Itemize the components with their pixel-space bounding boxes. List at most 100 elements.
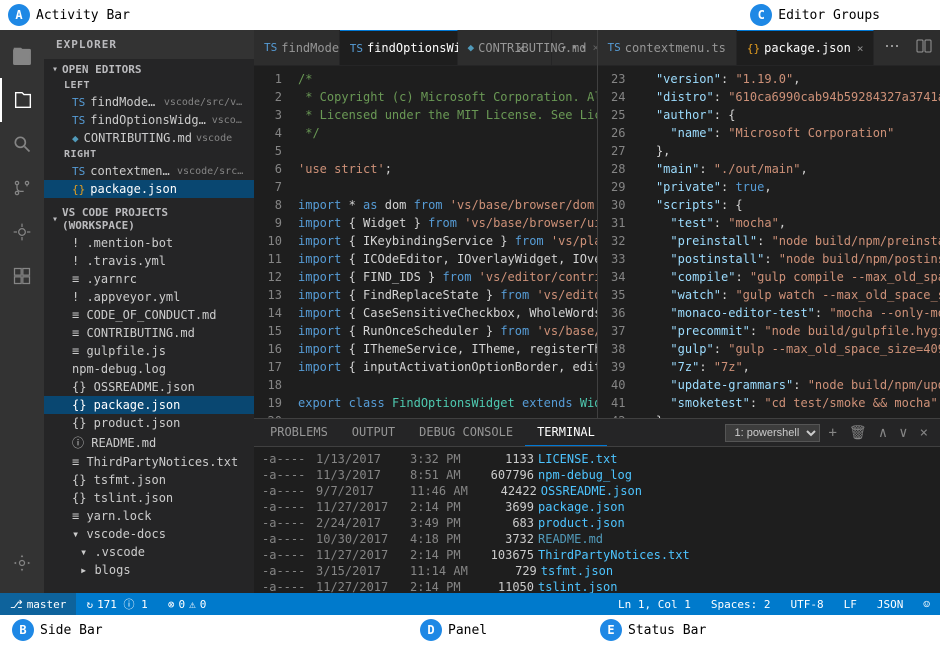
sidebar-content[interactable]: ▾ OPEN EDITORS LEFT TS findModel.ts vsco… <box>44 59 254 593</box>
activity-icon-scm[interactable] <box>0 166 44 210</box>
tab-findoptionswidget[interactable]: TS findOptionsWidget.ts × <box>340 30 458 65</box>
terminal-row: -a---- 9/7/2017 11:46 AM 42422 OSSREADME… <box>262 483 932 499</box>
editor-groups-label: Editor Groups <box>778 8 880 23</box>
folder-vscode[interactable]: ▾ .vscode <box>44 543 254 561</box>
file-thirdparty[interactable]: ≡ ThirdPartyNotices.txt <box>44 453 254 471</box>
file-npm-debug[interactable]: npm-debug.log <box>44 360 254 378</box>
terminal-row: -a---- 10/30/2017 4:18 PM 3732 README.md <box>262 531 932 547</box>
panel-tab-problems[interactable]: PROBLEMS <box>258 419 340 446</box>
open-editor-findoptionswidget[interactable]: TS findOptionsWidget.ts vsco... <box>44 111 254 129</box>
status-position[interactable]: Ln 1, Col 1 <box>608 598 701 611</box>
maximize-panel-icon[interactable]: ∧ <box>875 423 891 443</box>
panel-tab-debug[interactable]: DEBUG CONSOLE <box>407 419 525 446</box>
ts-icon: TS <box>608 41 621 54</box>
ts-icon: TS <box>72 165 85 178</box>
tab-contextmenu[interactable]: TS contextmenu.ts <box>598 30 737 65</box>
line-ending-text: LF <box>844 598 857 611</box>
panel-label: Panel <box>448 623 487 638</box>
file-tslint[interactable]: {} tslint.json <box>44 489 254 507</box>
file-contributing[interactable]: ≡ CONTRIBUTING.md <box>44 324 254 342</box>
file-name: {} package.json <box>72 398 180 412</box>
panel-tab-output[interactable]: OUTPUT <box>340 419 407 446</box>
terminal-selector[interactable]: 1: powershell <box>725 424 820 442</box>
activity-icon-debug[interactable] <box>0 210 44 254</box>
status-branch[interactable]: ⎇ master <box>0 593 76 615</box>
open-editor-packagejson[interactable]: {} package.json <box>44 180 254 198</box>
file-time: 11:46 AM <box>410 483 468 499</box>
open-editor-contributing[interactable]: ◆ CONTRIBUTING.md vscode <box>44 129 254 147</box>
activity-icon-files[interactable] <box>0 34 44 78</box>
file-perms: -a---- <box>262 547 312 563</box>
kill-terminal-icon[interactable]: 🗑 <box>845 423 871 443</box>
file-size: 11050 <box>469 579 534 593</box>
activity-icon-search[interactable] <box>0 122 44 166</box>
file-tsfmt[interactable]: {} tsfmt.json <box>44 471 254 489</box>
tab-close-icon[interactable]: × <box>857 42 864 55</box>
split-editor-icon[interactable] <box>908 38 940 58</box>
status-feedback[interactable]: ☺ <box>913 598 940 611</box>
file-name: ≡ ThirdPartyNotices.txt <box>72 455 238 469</box>
folder-vscode-docs[interactable]: ▾ vscode-docs <box>44 525 254 543</box>
activity-icon-settings[interactable] <box>0 541 44 585</box>
add-terminal-icon[interactable]: + <box>824 423 840 443</box>
code-content-right[interactable]: "version": "1.19.0", "distro": "610ca699… <box>634 66 940 418</box>
tab-close-icon[interactable]: × <box>593 41 597 54</box>
file-name: ≡ CODE_OF_CONDUCT.md <box>72 308 217 322</box>
file-name: npm-debug.log <box>72 362 166 376</box>
status-language[interactable]: JSON <box>867 598 914 611</box>
activity-icon-extensions[interactable] <box>0 254 44 298</box>
open-editor-contextmenu[interactable]: TS contextmenu.ts vscode/src/... <box>44 162 254 180</box>
file-code-of-conduct[interactable]: ≡ CODE_OF_CONDUCT.md <box>44 306 254 324</box>
panel-actions: 1: powershell + 🗑 ∧ ∨ × <box>725 423 936 443</box>
file-mention-bot[interactable]: ! .mention-bot <box>44 234 254 252</box>
folder-blogs[interactable]: ▸ blogs <box>44 561 254 579</box>
file-name: README.md <box>538 531 603 547</box>
status-line-ending[interactable]: LF <box>834 598 867 611</box>
file-name: tsfmt.json <box>541 563 613 579</box>
status-encoding[interactable]: UTF-8 <box>781 598 834 611</box>
minimize-panel-icon[interactable]: ∨ <box>895 423 911 443</box>
file-perms: -a---- <box>262 531 312 547</box>
activity-bar <box>0 30 44 593</box>
tab-overflow-menu[interactable]: ··· <box>552 38 597 57</box>
workspace-section[interactable]: ▾ VS CODE PROJECTS (WORKSPACE) <box>44 202 254 234</box>
file-package-json[interactable]: {} package.json <box>44 396 254 414</box>
tab-close-icon[interactable]: × <box>374 41 381 54</box>
tab-contributing[interactable]: ◆ CONTRIBUTING.md × <box>458 30 552 65</box>
tab-package-json[interactable]: {} package.json × <box>737 30 875 65</box>
file-ossreadme[interactable]: {} OSSREADME.json <box>44 378 254 396</box>
status-sync[interactable]: ↻ 171 ⓘ 1 <box>76 593 157 615</box>
status-errors[interactable]: ⊗ 0 ⚠ 0 <box>158 593 217 615</box>
activity-icon-explorer[interactable] <box>0 78 44 122</box>
error-icon: ⊗ <box>168 598 175 611</box>
panel-tab-terminal[interactable]: TERMINAL <box>525 419 607 446</box>
tab-overflow-right[interactable] <box>876 38 908 58</box>
warning-count: 0 <box>200 598 207 611</box>
terminal-content[interactable]: -a---- 1/13/2017 3:32 PM 1133 LICENSE.tx… <box>254 447 940 593</box>
code-content-left[interactable]: /* * Copyright (c) Microsoft Corporation… <box>290 66 597 418</box>
position-text: Ln 1, Col 1 <box>618 598 691 611</box>
editor-pane-right: TS contextmenu.ts {} package.json × <box>598 30 940 418</box>
terminal-row: -a---- 11/27/2017 2:14 PM 3699 package.j… <box>262 499 932 515</box>
file-gulpfile[interactable]: ≡ gulpfile.js <box>44 342 254 360</box>
file-appveyor[interactable]: ! .appveyor.yml <box>44 288 254 306</box>
file-yarn-lock[interactable]: ≡ yarn.lock <box>44 507 254 525</box>
close-panel-icon[interactable]: × <box>916 423 932 443</box>
file-travis[interactable]: ! .travis.yml <box>44 252 254 270</box>
file-perms: -a---- <box>262 579 312 593</box>
file-product[interactable]: {} product.json <box>44 414 254 432</box>
file-name: findModel.ts <box>90 95 160 109</box>
file-name: {} product.json <box>72 416 180 430</box>
terminal-row: -a---- 11/3/2017 8:51 AM 607796 npm-debu… <box>262 467 932 483</box>
file-size: 3732 <box>469 531 534 547</box>
annotation-c-group: C Editor Groups <box>750 4 880 26</box>
file-readme[interactable]: ⓘ README.md <box>44 432 254 453</box>
status-spaces[interactable]: Spaces: 2 <box>701 598 781 611</box>
warning-icon: ⚠ <box>189 598 196 611</box>
file-yarnrc[interactable]: ≡ .yarnrc <box>44 270 254 288</box>
tab-findmodel[interactable]: TS findModel.ts × <box>254 30 340 65</box>
open-editor-findmodel[interactable]: TS findModel.ts vscode/src/vs/... <box>44 93 254 111</box>
file-name: ▾ vscode-docs <box>72 527 166 541</box>
tab-close-icon[interactable]: × <box>517 42 524 55</box>
open-editors-section[interactable]: ▾ OPEN EDITORS <box>44 59 254 78</box>
